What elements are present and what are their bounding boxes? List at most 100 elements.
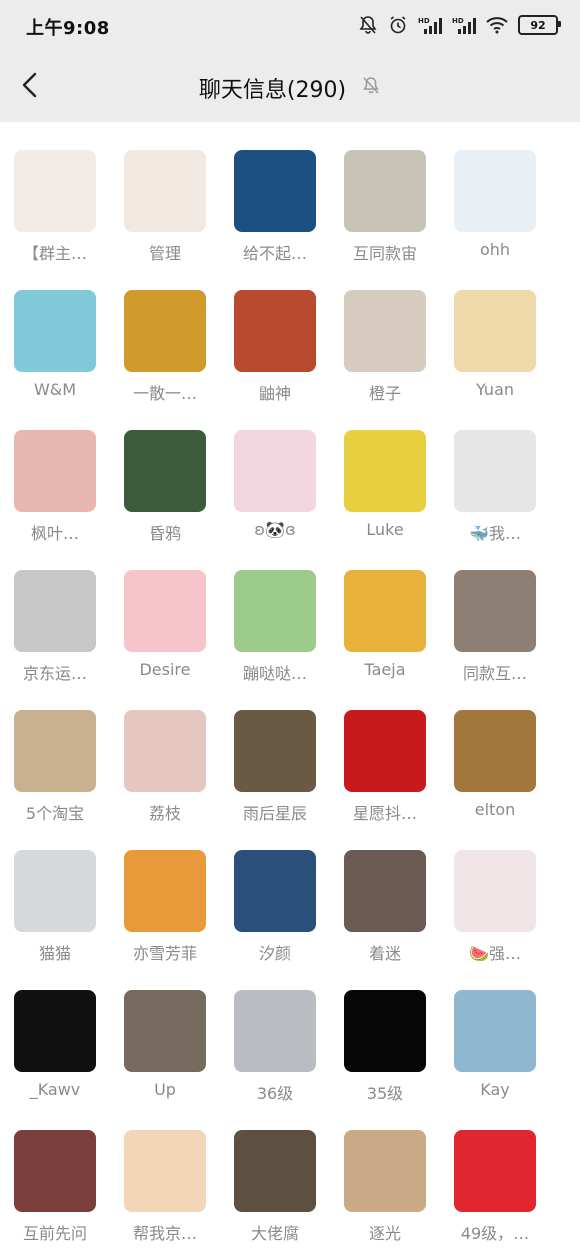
member-avatar [14, 570, 96, 652]
member-avatar [124, 990, 206, 1072]
member-avatar [454, 990, 536, 1072]
member-item[interactable]: Up [110, 962, 220, 1099]
member-name: 枫叶… [30, 524, 79, 543]
member-name: 🍉强… [469, 944, 521, 963]
member-name: 36级 [256, 1084, 294, 1103]
member-item[interactable]: Kay [440, 962, 550, 1099]
page-title-wrap: 聊天信息(290) [0, 72, 580, 104]
member-item[interactable]: 【群主… [0, 122, 110, 263]
bell-off-icon [361, 75, 381, 101]
member-item[interactable]: 枫叶… [0, 402, 110, 543]
member-avatar [454, 1130, 536, 1212]
member-item[interactable]: 5个淘宝 [0, 682, 110, 823]
chat-info-header: 聊天信息(290) [0, 52, 580, 122]
member-avatar [14, 990, 96, 1072]
member-item[interactable]: 一散一… [110, 262, 220, 403]
page-title: 聊天信息(290) [198, 78, 347, 103]
member-name: 大佬腐 [250, 1224, 299, 1243]
member-item[interactable]: 给不起… [220, 122, 330, 263]
member-name: 互同款宙 [352, 244, 417, 263]
member-item[interactable]: 星愿抖… [330, 682, 440, 823]
member-item[interactable]: 鼬神 [220, 262, 330, 403]
member-avatar [454, 850, 536, 932]
signal-hd-2-icon: HD [452, 15, 476, 35]
member-avatar [344, 570, 426, 652]
member-name: Kay [480, 1080, 510, 1099]
member-name: 35级 [366, 1084, 404, 1103]
member-name: Yuan [475, 380, 515, 399]
member-avatar [454, 290, 536, 372]
status-icons: HD HD 92 [358, 12, 561, 38]
member-avatar [344, 430, 426, 512]
member-avatar [124, 290, 206, 372]
member-item[interactable]: 49级，… [440, 1102, 550, 1243]
member-item[interactable]: 蹦哒哒… [220, 542, 330, 683]
member-name: 管理 [148, 244, 181, 263]
member-avatar [14, 850, 96, 932]
member-name: 逐光 [368, 1224, 401, 1243]
member-item[interactable]: 35级 [330, 962, 440, 1103]
member-item[interactable]: 雨后星辰 [220, 682, 330, 823]
status-bar: 上午9:08 HD HD 92 [0, 0, 580, 52]
member-name: 一散一… [132, 384, 197, 403]
member-avatar [124, 710, 206, 792]
member-item[interactable]: 亦雪芳菲 [110, 822, 220, 963]
member-avatar [124, 570, 206, 652]
member-name: 猫猫 [38, 944, 71, 963]
member-item[interactable]: _Kawv [0, 962, 110, 1099]
member-avatar [344, 710, 426, 792]
member-item[interactable]: Luke [330, 402, 440, 539]
member-item[interactable]: 昏鸦 [110, 402, 220, 543]
member-item[interactable]: 逐光 [330, 1102, 440, 1243]
wifi-icon [486, 16, 508, 34]
member-item[interactable]: Desire [110, 542, 220, 679]
member-avatar [124, 1130, 206, 1212]
member-item[interactable]: Yuan [440, 262, 550, 399]
member-name: 给不起… [242, 244, 307, 263]
member-name: Desire [139, 660, 191, 679]
member-name: 同款互… [462, 664, 527, 683]
member-avatar [454, 430, 536, 512]
member-item[interactable]: elton [440, 682, 550, 819]
member-name: ʚ🐼ɞ [254, 520, 296, 539]
member-item[interactable]: 汐颜 [220, 822, 330, 963]
member-item[interactable]: 同款互… [440, 542, 550, 683]
alarm-icon [388, 15, 408, 35]
member-avatar [454, 710, 536, 792]
member-item[interactable]: 互同款宙 [330, 122, 440, 263]
member-avatar [124, 150, 206, 232]
member-item[interactable]: 36级 [220, 962, 330, 1103]
member-item[interactable]: ʚ🐼ɞ [220, 402, 330, 539]
member-name: 橙子 [368, 384, 401, 403]
member-name: 49级，… [460, 1224, 530, 1243]
member-item[interactable]: 帮我京… [110, 1102, 220, 1243]
status-time: 上午9:08 [26, 18, 110, 39]
member-avatar [234, 990, 316, 1072]
member-item[interactable]: 橙子 [330, 262, 440, 403]
member-name: 5个淘宝 [25, 804, 85, 823]
member-avatar [124, 430, 206, 512]
member-item[interactable]: 猫猫 [0, 822, 110, 963]
member-avatar [14, 1130, 96, 1212]
member-item[interactable]: 荔枝 [110, 682, 220, 823]
member-item[interactable]: 大佬腐 [220, 1102, 330, 1243]
member-name: 【群主… [22, 244, 87, 263]
member-item[interactable]: 着迷 [330, 822, 440, 963]
member-avatar [344, 990, 426, 1072]
member-name: 亦雪芳菲 [132, 944, 197, 963]
member-name: 雨后星辰 [242, 804, 307, 823]
member-avatar [344, 1130, 426, 1212]
member-item[interactable]: 互前先问 [0, 1102, 110, 1243]
member-item[interactable]: Taeja [330, 542, 440, 679]
member-item[interactable]: 京东运… [0, 542, 110, 683]
member-avatar [234, 290, 316, 372]
member-name: 汐颜 [258, 944, 291, 963]
member-item[interactable]: W&M [0, 262, 110, 399]
member-item[interactable]: 🐳我… [440, 402, 550, 543]
member-avatar [234, 1130, 316, 1212]
member-name: 蹦哒哒… [242, 664, 307, 683]
member-item[interactable]: 🍉强… [440, 822, 550, 963]
member-item[interactable]: 管理 [110, 122, 220, 263]
member-item[interactable]: ohh [440, 122, 550, 259]
member-avatar [14, 430, 96, 512]
